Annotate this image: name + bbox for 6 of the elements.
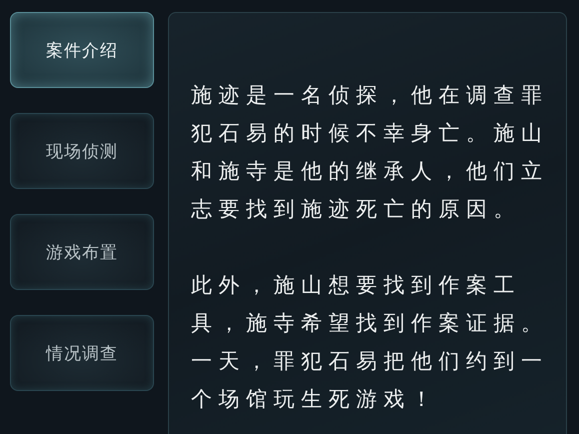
sidebar-tab[interactable]: 案件介绍	[10, 12, 154, 88]
sidebar-tab[interactable]: 游戏布置	[10, 214, 154, 290]
story-paragraph: 施迹是一名侦探，他在调查罪犯石易的时候不幸身亡。施山和施寺是他的继承人，他们立志要找到施迹死亡的原因。	[191, 82, 550, 223]
sidebar-tab[interactable]: 情况调查	[10, 315, 154, 391]
story-paragraph: 此外，施山想要找到作案工具，施寺希望找到作案证据。一天，罪犯石易把他们约到一个场馆玩生死游戏！	[191, 272, 550, 413]
sidebar-tab[interactable]: 现场侦测	[10, 113, 154, 189]
